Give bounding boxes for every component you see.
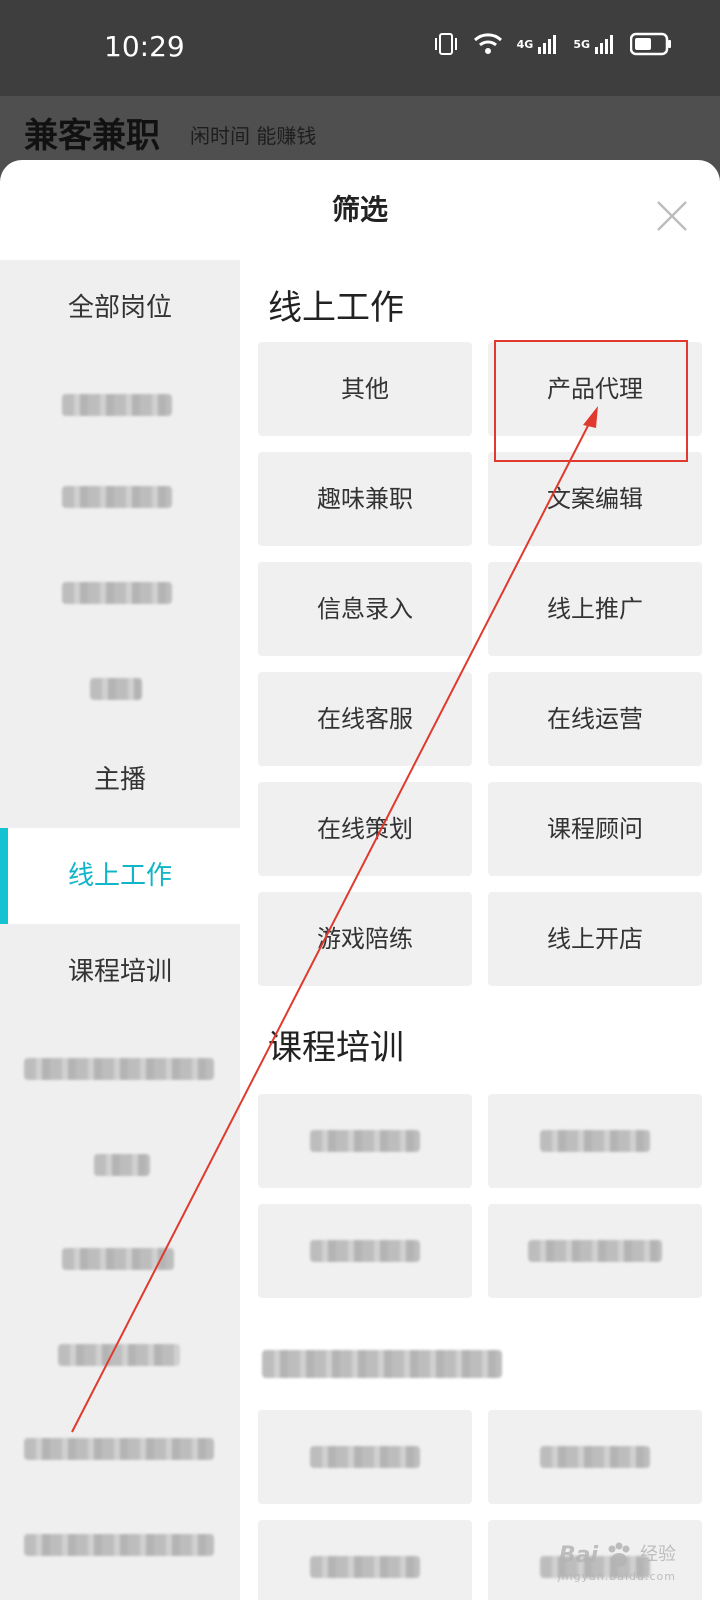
option-chip[interactable]: 在线运营 — [488, 672, 702, 766]
category-course-training[interactable]: 课程培训 — [0, 924, 240, 1020]
option-chip[interactable]: 在线策划 — [258, 782, 472, 876]
option-chip-blurred[interactable] — [488, 1410, 702, 1504]
option-chip[interactable]: 线上推广 — [488, 562, 702, 656]
option-chip-blurred[interactable] — [258, 1520, 472, 1600]
option-chip-blurred[interactable] — [258, 1410, 472, 1504]
app-slogan: 闲时间 能赚钱 — [190, 124, 317, 148]
section-title-course-training: 课程培训 — [268, 1028, 404, 1068]
category-item-blurred-4[interactable] — [0, 640, 240, 736]
app-title: 兼客兼职 — [24, 116, 160, 156]
category-item-blurred-9[interactable] — [0, 1400, 240, 1496]
option-chip[interactable]: 线上开店 — [488, 892, 702, 986]
signal-5g-icon — [594, 33, 616, 55]
category-all-positions[interactable]: 全部岗位 — [0, 260, 240, 356]
section-title-blurred — [262, 1350, 502, 1378]
option-chip[interactable]: 趣味兼职 — [258, 452, 472, 546]
category-online-work[interactable]: 线上工作 — [0, 828, 240, 924]
sheet-title: 筛选 — [331, 193, 388, 226]
vibrate-icon — [433, 32, 459, 56]
option-chip[interactable]: 其他 — [258, 342, 472, 436]
section-title-online-work: 线上工作 — [268, 288, 404, 328]
option-chip[interactable]: 文案编辑 — [488, 452, 702, 546]
signal-4g-icon — [537, 33, 559, 55]
category-item-blurred-1[interactable] — [0, 356, 240, 452]
baidu-watermark: Bai 经验 jingyan.baidu.com — [557, 1540, 676, 1583]
option-chip[interactable]: 信息录入 — [258, 562, 472, 656]
network-5g-label: 5G — [573, 37, 590, 51]
battery-icon — [630, 32, 672, 56]
option-chip-blurred[interactable] — [488, 1094, 702, 1188]
category-anchor[interactable]: 主播 — [0, 732, 240, 828]
category-item-blurred-7[interactable] — [0, 1210, 240, 1306]
close-button[interactable] — [654, 198, 690, 234]
category-item-blurred-5[interactable] — [0, 1020, 240, 1116]
category-item-blurred-3[interactable] — [0, 544, 240, 640]
status-bar: 10:29 4G 5G — [0, 0, 720, 96]
option-chip-product-agent[interactable]: 产品代理 — [488, 342, 702, 436]
watermark-logo: Bai — [558, 1542, 598, 1568]
status-icons: 4G 5G — [433, 32, 672, 56]
network-4g-label: 4G — [516, 37, 534, 51]
option-chip[interactable]: 课程顾问 — [488, 782, 702, 876]
option-chip-blurred[interactable] — [488, 1204, 702, 1298]
option-chip-blurred[interactable] — [258, 1094, 472, 1188]
watermark-suffix: 经验 — [640, 1544, 676, 1565]
close-icon — [657, 201, 687, 231]
option-chip[interactable]: 在线客服 — [258, 672, 472, 766]
status-time: 10:29 — [104, 30, 185, 63]
options-panel: 线上工作 其他 产品代理 趣味兼职 文案编辑 信息录入 线上推广 在线客服 在线… — [240, 260, 720, 1600]
category-item-blurred-2[interactable] — [0, 448, 240, 544]
filter-sheet: 筛选 全部岗位 主播 线上工作 课程培训 线上工作 其他 产品代理 趣味兼职 文… — [0, 160, 720, 1600]
option-chip[interactable]: 游戏陪练 — [258, 892, 472, 986]
paw-icon — [608, 1542, 630, 1567]
category-item-blurred-8[interactable] — [0, 1306, 240, 1402]
watermark-url: jingyan.baidu.com — [557, 1570, 676, 1583]
category-sidebar: 全部岗位 主播 线上工作 课程培训 — [0, 260, 240, 1600]
wifi-icon — [473, 32, 503, 56]
category-item-blurred-10[interactable] — [0, 1496, 240, 1592]
option-chip-blurred[interactable] — [258, 1204, 472, 1298]
category-item-blurred-6[interactable] — [0, 1116, 240, 1212]
